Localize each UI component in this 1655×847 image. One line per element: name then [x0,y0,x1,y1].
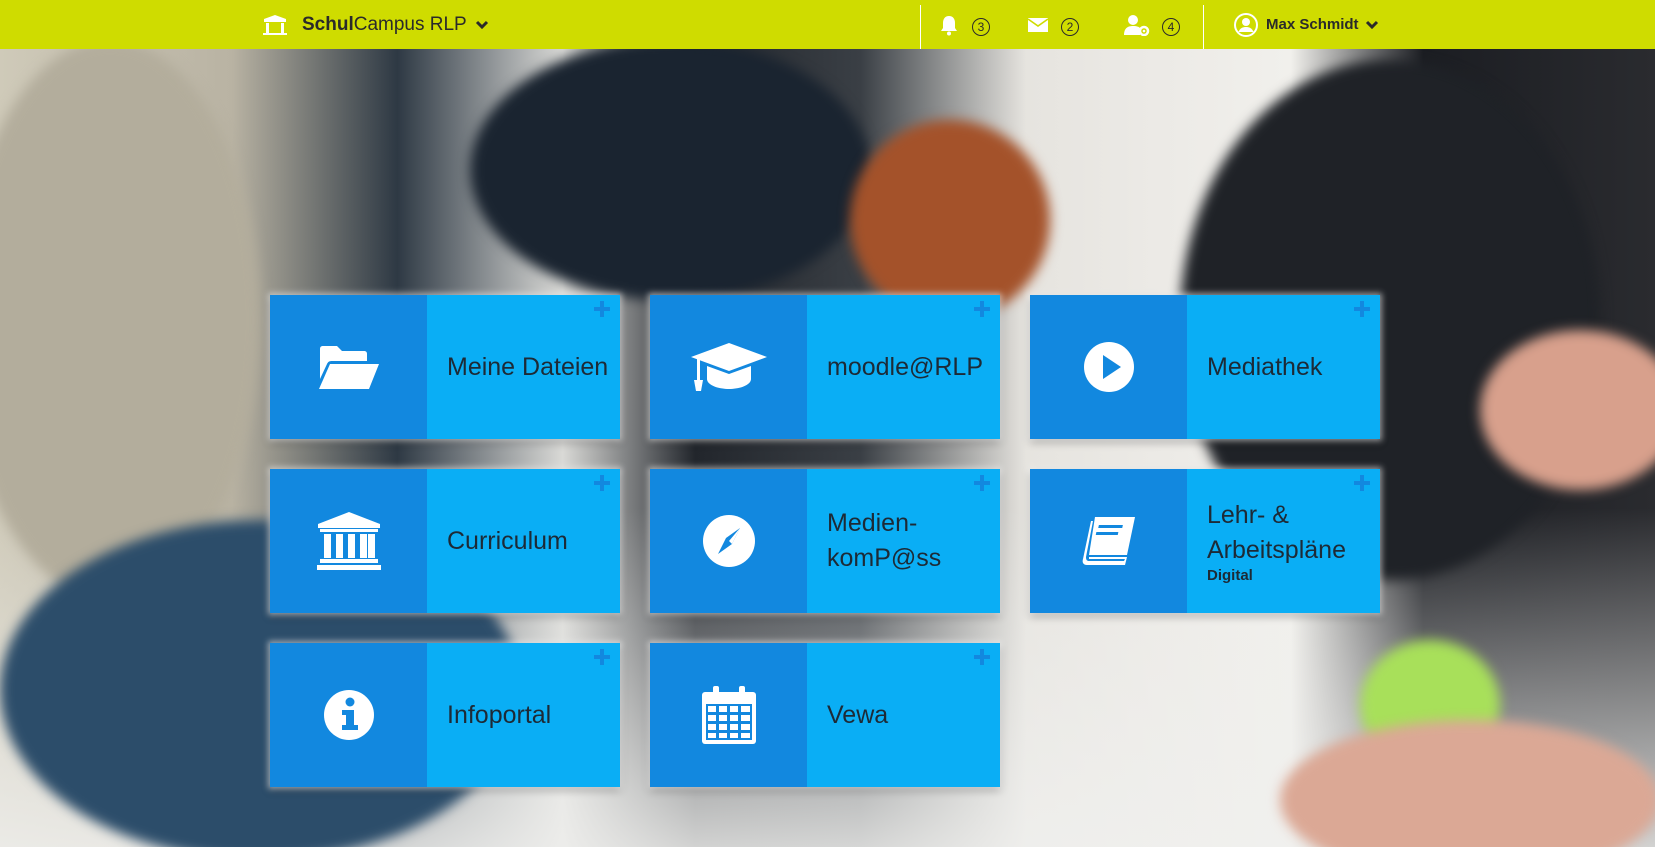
user-menu[interactable]: Max Schmidt [1234,0,1379,49]
graduation-cap-icon [690,343,767,391]
tile-moodle[interactable]: moodle@RLP [650,295,1000,439]
top-bar: Schul Campus RLP 3 2 4 Max Schmidt [0,0,1655,49]
info-circle-icon [323,690,374,740]
add-icon[interactable] [594,649,610,665]
chevron-down-icon [475,20,488,29]
brand-bold: Schul [302,13,354,35]
tile-label-line1: Lehr- & [1207,501,1289,529]
school-logo-icon [263,14,287,35]
play-circle-icon [1083,342,1134,392]
tile-medienkompass[interactable]: Medien- komP@ss [650,469,1000,613]
tile-label: Mediathek [1207,352,1323,381]
add-icon[interactable] [974,649,990,665]
messages-button[interactable]: 2 [1027,8,1079,42]
tile-curriculum[interactable]: Curriculum [270,469,620,613]
institution-icon [316,512,381,570]
tile-label: Curriculum [447,526,568,555]
envelope-icon [1027,18,1049,32]
add-icon[interactable] [1354,475,1370,491]
tile-meine-dateien[interactable]: Meine Dateien [270,295,620,439]
user-avatar-icon [1234,12,1258,37]
user-name: Max Schmidt [1266,16,1359,33]
folder-open-icon [318,346,379,389]
bell-icon [941,16,957,36]
add-icon[interactable] [1354,301,1370,317]
add-icon[interactable] [974,301,990,317]
tile-label: Vewa [827,700,889,729]
notifications-button[interactable]: 3 [938,8,990,42]
add-icon[interactable] [594,475,610,491]
tile-mediathek[interactable]: Mediathek [1030,295,1380,439]
add-icon[interactable] [594,301,610,317]
tile-lehr-arbeitsplaene[interactable]: Lehr- & Arbeitspläne Digital [1030,469,1380,613]
compass-icon [702,515,755,567]
tile-label: moodle@RLP [827,352,984,381]
user-settings-icon [1124,15,1150,36]
messages-count: 2 [1061,18,1079,36]
separator [1203,5,1204,49]
tile-label-line1: Medien- [827,509,918,537]
user-admin-button[interactable]: 4 [1124,8,1180,42]
brand-menu[interactable]: Schul Campus RLP [262,0,489,49]
tile-label-line2: komP@ss [827,544,942,572]
tile-sublabel: Digital [1207,567,1253,584]
brand-rest: Campus RLP [353,13,467,35]
add-icon[interactable] [974,475,990,491]
user-admin-count: 4 [1162,18,1180,36]
calendar-icon [701,686,756,744]
notifications-count: 3 [972,18,990,36]
tile-infoportal[interactable]: Infoportal [270,643,620,787]
tile-label: Meine Dateien [447,352,609,381]
book-icon [1082,517,1135,565]
tile-label: Infoportal [447,700,552,729]
separator [920,5,921,49]
tile-label-line2: Arbeitspläne [1207,536,1346,564]
chevron-down-icon [1365,20,1378,29]
tile-vewa[interactable]: Vewa [650,643,1000,787]
